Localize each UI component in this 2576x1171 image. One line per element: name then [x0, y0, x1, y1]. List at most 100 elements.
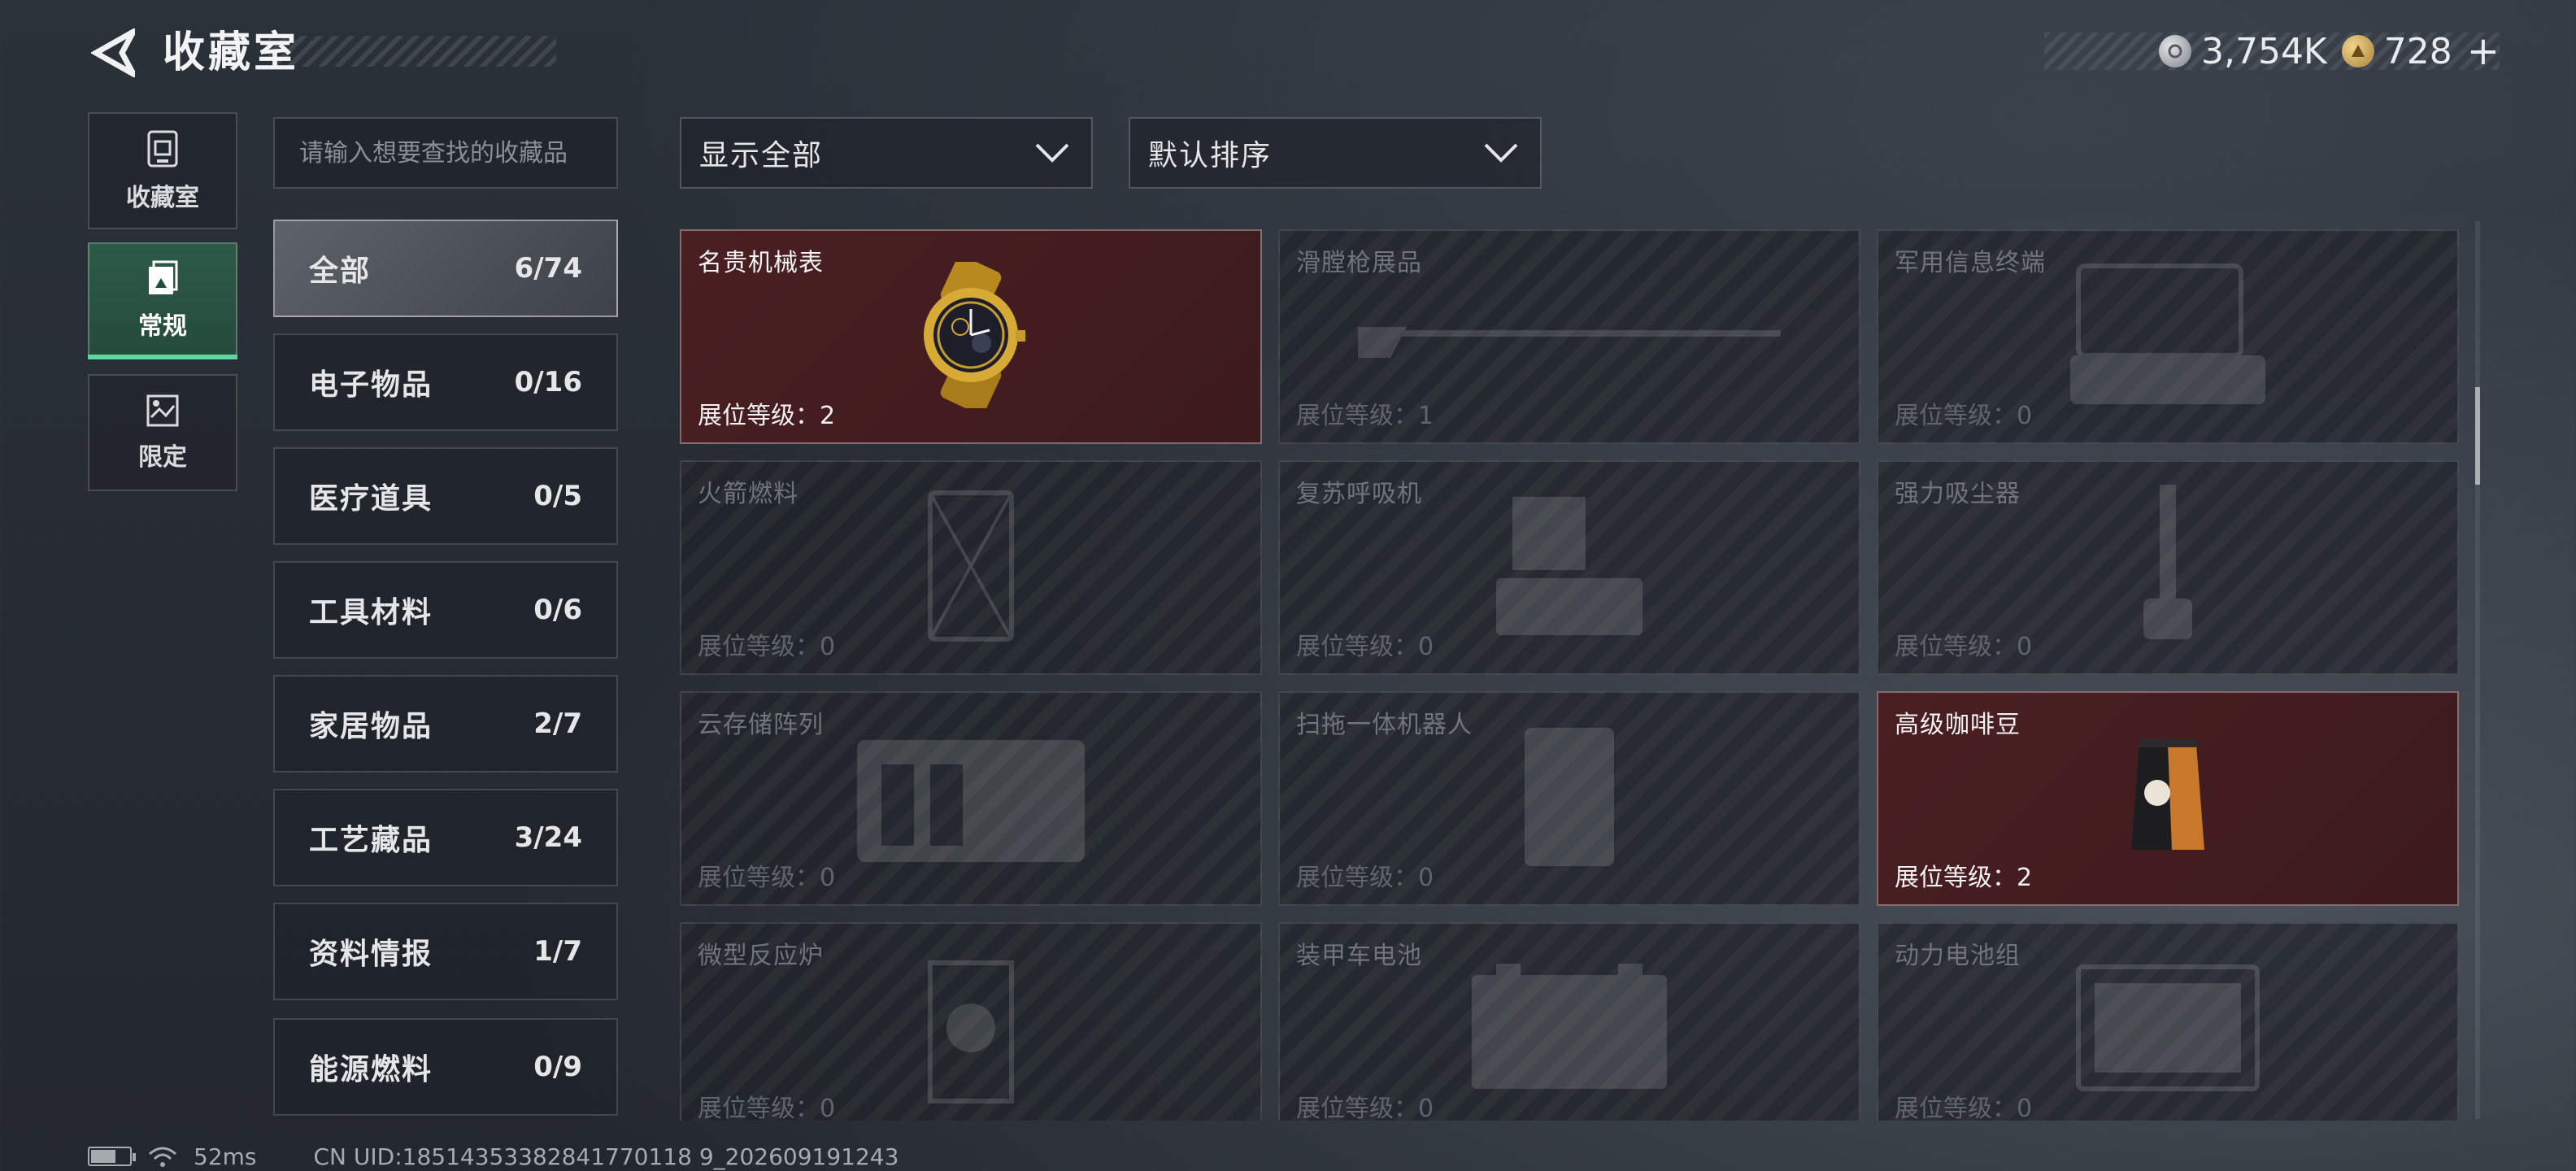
collectible-card-musket[interactable]: 滑膛枪展品 展位等级：1 — [1278, 229, 1860, 444]
category-all[interactable]: 全部 6/74 — [273, 220, 618, 317]
tab-regular[interactable]: 常规 — [88, 242, 237, 359]
battery-icon — [88, 1147, 136, 1166]
musket-icon — [1358, 311, 1781, 363]
collectible-level: 展位等级：2 — [698, 402, 836, 430]
collectible-card-power-battery[interactable]: 动力电池组 展位等级：0 — [1877, 922, 2459, 1121]
active-tab-indicator — [88, 355, 237, 359]
category-name: 医疗道具 — [309, 482, 433, 516]
category-name: 家居物品 — [309, 710, 433, 743]
tab-regular-label: 常规 — [138, 312, 187, 341]
currency-bar: 3,754K 728 + — [2044, 28, 2500, 74]
collectible-grid: 名贵机械表 展位等级：2 滑膛枪展品 展位等级：1 军用信息终端 展位等级：0 … — [680, 229, 2461, 1121]
collectible-level: 展位等级：0 — [1296, 1095, 1434, 1121]
limited-icon — [146, 394, 179, 427]
collectible-card-terminal[interactable]: 军用信息终端 展位等级：0 — [1877, 229, 2459, 444]
wifi-icon — [149, 1147, 176, 1167]
category-crafts[interactable]: 工艺藏品 3/24 — [273, 789, 618, 886]
silver-coin-icon — [2158, 35, 2191, 67]
collectible-card-robot[interactable]: 扫拖一体机器人 展位等级：0 — [1278, 691, 1860, 906]
collectible-card-micro-reactor[interactable]: 微型反应炉 展位等级：0 — [680, 922, 1262, 1121]
vacuum-icon — [2135, 485, 2200, 651]
collectible-level: 展位等级：0 — [698, 1095, 836, 1121]
gold-coin-icon — [2341, 35, 2374, 67]
terminal-icon — [2062, 258, 2274, 416]
collectible-level: 展位等级：0 — [1895, 633, 2033, 661]
collectible-name: 装甲车电池 — [1296, 942, 1422, 970]
collectible-name: 火箭燃料 — [698, 480, 798, 508]
collectible-name: 动力电池组 — [1895, 942, 2021, 970]
chevron-down-icon — [1484, 143, 1518, 163]
robot-icon — [1508, 720, 1630, 877]
collectible-name: 复苏呼吸机 — [1296, 480, 1422, 508]
back-button[interactable] — [85, 24, 141, 81]
category-name: 工具材料 — [309, 596, 433, 629]
page-title: 收藏室 — [163, 28, 300, 77]
category-intel[interactable]: 资料情报 1/7 — [273, 903, 618, 1000]
grid-scrollbar-thumb[interactable] — [2475, 387, 2480, 485]
collectible-name: 军用信息终端 — [1895, 249, 2046, 277]
category-count: 1/7 — [533, 935, 582, 968]
category-count: 0/16 — [514, 366, 582, 398]
user-uid: CN UID:18514353382841770118 9_2026091912… — [313, 1143, 899, 1170]
chevron-down-icon — [1035, 143, 1069, 163]
storage-array-icon — [849, 724, 1093, 873]
collectible-name: 高级咖啡豆 — [1895, 711, 2021, 739]
search-input[interactable] — [273, 117, 618, 189]
regular-icon — [149, 260, 178, 294]
category-count: 0/6 — [533, 594, 582, 626]
tab-limited[interactable]: 限定 — [88, 374, 237, 491]
category-electronics[interactable]: 电子物品 0/16 — [273, 333, 618, 431]
collectible-card-vacuum[interactable]: 强力吸尘器 展位等级：0 — [1877, 460, 2459, 675]
tab-limited-label: 限定 — [138, 443, 187, 472]
collectible-card-ventilator[interactable]: 复苏呼吸机 展位等级：0 — [1278, 460, 1860, 675]
category-medical[interactable]: 医疗道具 0/5 — [273, 447, 618, 545]
fuel-canister-icon — [922, 485, 1020, 651]
sort-value: 默认排序 — [1148, 139, 1273, 172]
collectible-level: 展位等级：0 — [1296, 864, 1434, 892]
collectible-card-armored-battery[interactable]: 装甲车电池 展位等级：0 — [1278, 922, 1860, 1121]
reactor-icon — [914, 947, 1028, 1112]
add-currency-button[interactable]: + — [2467, 28, 2500, 74]
collectible-level: 展位等级：2 — [1895, 864, 2033, 892]
category-home[interactable]: 家居物品 2/7 — [273, 675, 618, 773]
collection-room-icon — [147, 130, 178, 168]
category-tools[interactable]: 工具材料 0/6 — [273, 561, 618, 659]
silver-currency-value: 3,754K — [2200, 30, 2327, 72]
category-name: 工艺藏品 — [309, 824, 433, 857]
category-name: 电子物品 — [309, 368, 433, 402]
grid-scrollbar-track[interactable] — [2475, 221, 2480, 1119]
show-filter-dropdown[interactable]: 显示全部 — [680, 117, 1093, 189]
collectible-name: 微型反应炉 — [698, 942, 824, 970]
tab-collection-room[interactable]: 收藏室 — [88, 112, 237, 229]
category-count: 0/9 — [533, 1051, 582, 1083]
category-name: 能源燃料 — [309, 1053, 433, 1086]
tab-collection-room-label: 收藏室 — [126, 184, 199, 212]
title-decoration — [268, 36, 556, 67]
collectible-card-coffee-beans[interactable]: 高级咖啡豆 展位等级：2 — [1877, 691, 2459, 906]
gold-currency-value: 728 — [2383, 30, 2452, 72]
collectible-name: 强力吸尘器 — [1895, 480, 2021, 508]
category-name: 全部 — [309, 255, 372, 288]
battery-icon — [1464, 959, 1675, 1100]
status-footer: 52ms CN UID:18514353382841770118 9_20260… — [88, 1140, 899, 1171]
ventilator-icon — [1488, 489, 1651, 646]
silver-currency: 3,754K — [2158, 30, 2327, 72]
category-energy[interactable]: 能源燃料 0/9 — [273, 1018, 618, 1116]
collectible-level: 展位等级：0 — [698, 864, 836, 892]
category-count: 2/7 — [533, 707, 582, 740]
collectible-level: 展位等级：0 — [698, 633, 836, 661]
ping-value: 52ms — [194, 1143, 257, 1170]
collectible-name: 云存储阵列 — [698, 711, 824, 739]
back-arrow-icon — [91, 28, 135, 77]
collectible-name: 扫拖一体机器人 — [1296, 711, 1473, 739]
sort-dropdown[interactable]: 默认排序 — [1129, 117, 1542, 189]
collectible-card-watch[interactable]: 名贵机械表 展位等级：2 — [680, 229, 1262, 444]
collectible-name: 滑膛枪展品 — [1296, 249, 1422, 277]
collectible-name: 名贵机械表 — [698, 249, 824, 277]
collectible-level: 展位等级：0 — [1895, 1095, 2033, 1121]
collectible-card-storage-array[interactable]: 云存储阵列 展位等级：0 — [680, 691, 1262, 906]
collectible-level: 展位等级：0 — [1895, 402, 2033, 430]
show-filter-value: 显示全部 — [699, 139, 824, 172]
power-battery-icon — [2070, 959, 2265, 1100]
collectible-card-rocket-fuel[interactable]: 火箭燃料 展位等级：0 — [680, 460, 1262, 675]
